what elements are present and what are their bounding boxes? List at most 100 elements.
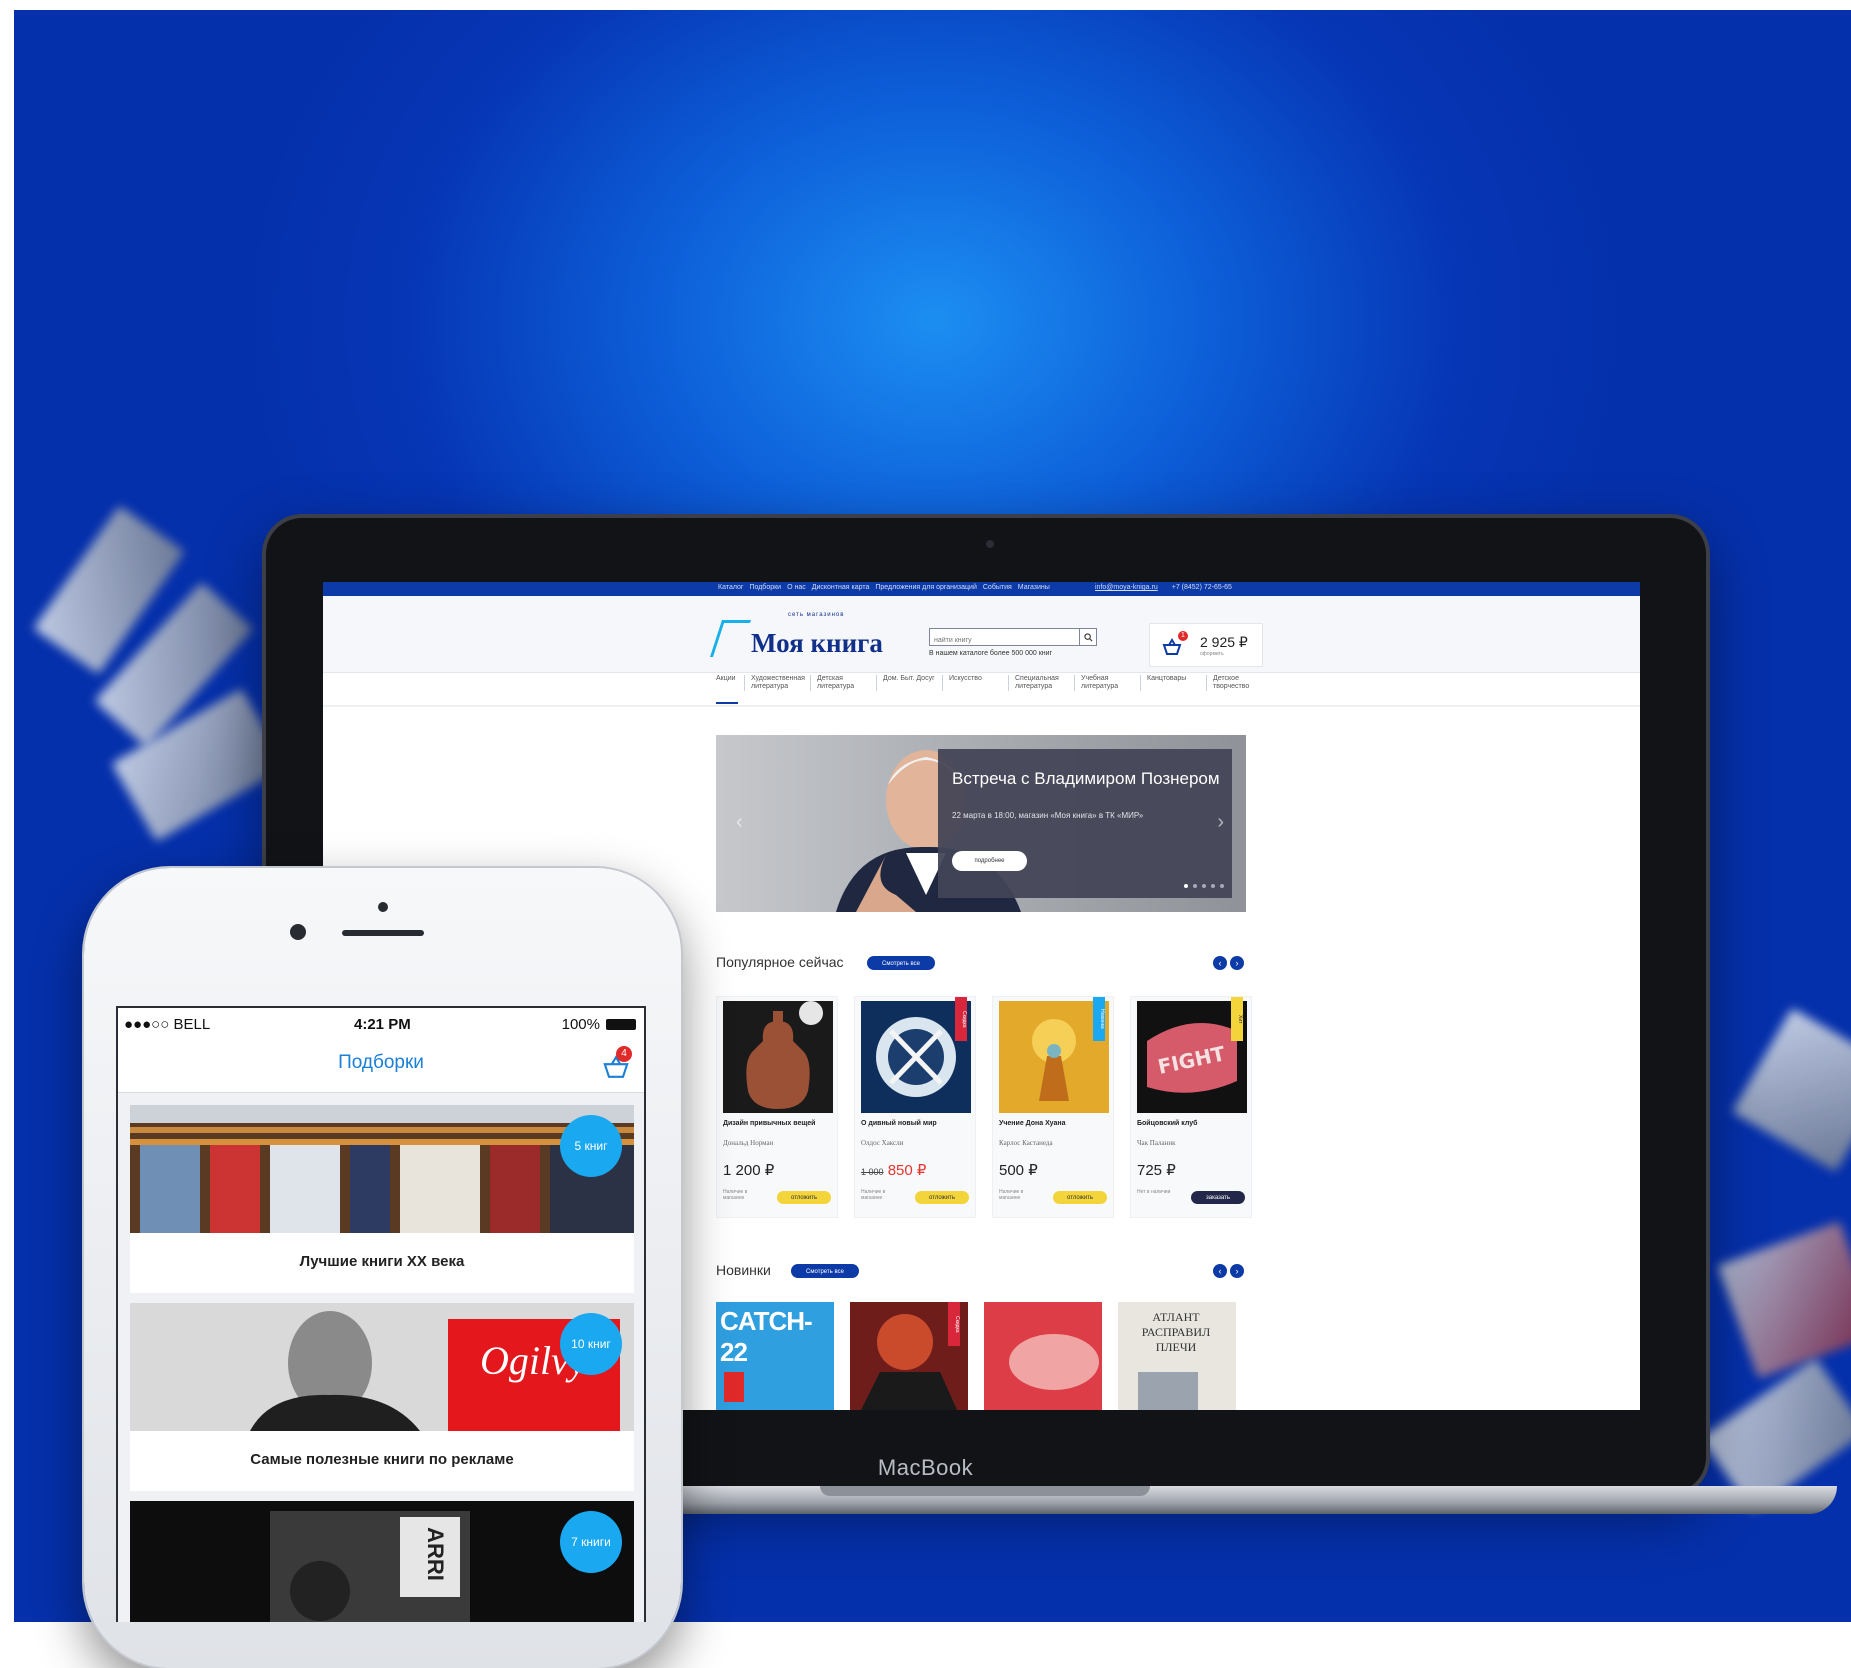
cart-total: 2 925 ₽ bbox=[1200, 634, 1248, 650]
product-price: 1 200 ₽ bbox=[723, 1161, 774, 1179]
category-link[interactable]: Искусство bbox=[949, 675, 1009, 691]
status-bar: ●●●○○ BELL 4:21 PM 100% bbox=[118, 1008, 644, 1040]
topnav-link[interactable]: О нас bbox=[787, 584, 806, 596]
carousel-next-button[interactable]: › bbox=[1230, 1264, 1244, 1278]
search-button[interactable] bbox=[1079, 629, 1096, 645]
category-link[interactable]: Дом. Быт. Досуг bbox=[883, 675, 943, 691]
pagination-dot[interactable] bbox=[1193, 884, 1197, 888]
collection-card[interactable]: Ogilvy 10 книг Самые полезные книги по р… bbox=[130, 1303, 634, 1491]
stock-status: Нет в наличии bbox=[1137, 1189, 1171, 1195]
reserve-button[interactable]: отложить bbox=[1053, 1191, 1107, 1204]
collection-card[interactable]: 5 книг Лучшие книги XX века bbox=[130, 1105, 634, 1293]
cover-art bbox=[1009, 1334, 1099, 1390]
product-card[interactable]: Новинка Учение Дона Хуана Карлос Кастане… bbox=[992, 996, 1114, 1218]
new-see-all-button[interactable]: Смотреть все bbox=[791, 1264, 859, 1278]
banner-prev-button[interactable]: ‹ bbox=[736, 811, 743, 834]
category-link[interactable]: Художественная литература bbox=[751, 675, 811, 691]
pagination-dot[interactable] bbox=[1202, 884, 1206, 888]
product-card[interactable]: FIGHT Хит Бойцовский клуб Чак Паланик 72… bbox=[1130, 996, 1252, 1218]
banner-pagination bbox=[1184, 884, 1224, 888]
banner-info-panel: Встреча с Владимиром Познером 22 марта в… bbox=[938, 749, 1232, 898]
product-ribbon: Хит bbox=[1231, 997, 1243, 1041]
topnav-link[interactable]: Каталог bbox=[718, 584, 743, 596]
bookshelf-image bbox=[130, 1105, 634, 1233]
reserve-button[interactable]: отложить bbox=[777, 1191, 831, 1204]
popular-see-all-button[interactable]: Смотреть все bbox=[867, 956, 935, 970]
email-link[interactable]: info@moya-kniga.ru bbox=[1095, 584, 1158, 591]
category-link[interactable]: Акции bbox=[716, 675, 745, 691]
product-title[interactable]: О дивный новый мир bbox=[861, 1119, 971, 1128]
topnav-link[interactable]: Предложения для организаций bbox=[875, 584, 977, 596]
category-link[interactable]: Специальная литература bbox=[1015, 675, 1075, 691]
search-icon bbox=[1083, 632, 1092, 641]
laptop-notch bbox=[820, 1486, 1150, 1496]
product-title[interactable]: Бойцовский клуб bbox=[1137, 1119, 1247, 1128]
carousel-prev-button[interactable]: ‹ bbox=[1213, 956, 1227, 970]
product-author: Дональд Норман bbox=[723, 1139, 774, 1147]
topnav-link[interactable]: События bbox=[983, 584, 1012, 596]
reserve-button[interactable]: отложить bbox=[915, 1191, 969, 1204]
mobile-app-screen: ●●●○○ BELL 4:21 PM 100% Подборки 4 5 кни… bbox=[116, 1006, 646, 1622]
product-author: Чак Паланик bbox=[1137, 1139, 1176, 1147]
old-price: 1 000 bbox=[861, 1167, 884, 1177]
screen-title: Подборки bbox=[338, 1052, 424, 1073]
topnav-link[interactable]: Магазины bbox=[1018, 584, 1050, 596]
status-time: 4:21 PM bbox=[354, 1016, 411, 1033]
new-carousel-arrows: ‹ › bbox=[1213, 1264, 1244, 1278]
product-card[interactable]: Дизайн привычных вещей Дональд Норман 1 … bbox=[716, 996, 838, 1218]
cart-count-badge: 4 bbox=[616, 1046, 632, 1062]
battery-icon bbox=[606, 1019, 636, 1030]
logo-book-icon bbox=[709, 620, 752, 657]
logo-text: Моя книга bbox=[751, 628, 883, 658]
search-box bbox=[929, 628, 1097, 649]
camera-brand-text: ARRI bbox=[422, 1527, 448, 1581]
phone-camera bbox=[290, 924, 306, 940]
phone-cart-button[interactable]: 4 bbox=[602, 1046, 632, 1078]
phone-speaker bbox=[342, 930, 424, 936]
battery-status: 100% bbox=[562, 1016, 636, 1033]
pagination-dot[interactable] bbox=[1211, 884, 1215, 888]
search-input[interactable] bbox=[930, 632, 1068, 649]
banner-subtitle: 22 марта в 18:00, магазин «Моя книга» в … bbox=[952, 811, 1144, 820]
pagination-dot[interactable] bbox=[1220, 884, 1224, 888]
book-cover[interactable]: Скидка bbox=[850, 1302, 968, 1410]
pagination-dot[interactable] bbox=[1184, 884, 1188, 888]
book-count-badge: 10 книг bbox=[560, 1313, 622, 1375]
film-camera-image bbox=[130, 1501, 634, 1622]
category-link[interactable]: Учебная литература bbox=[1081, 675, 1141, 691]
carousel-next-button[interactable]: › bbox=[1230, 956, 1244, 970]
book-count-badge: 5 книг bbox=[560, 1115, 622, 1177]
book-cover[interactable]: CATCH-22 bbox=[716, 1302, 834, 1410]
product-title[interactable]: Дизайн привычных вещей bbox=[723, 1119, 833, 1128]
book-cover[interactable] bbox=[984, 1302, 1102, 1410]
phone-number: +7 (8452) 72-65-65 bbox=[1171, 584, 1232, 591]
book-cover[interactable]: АТЛАНТ РАСПРАВИЛ ПЛЕЧИ bbox=[1118, 1302, 1236, 1410]
banner-next-button[interactable]: › bbox=[1217, 811, 1224, 834]
site-top-nav: Каталог Подборки О нас Дисконтная карта … bbox=[718, 584, 1050, 596]
battery-percent: 100% bbox=[561, 1016, 600, 1033]
category-link[interactable]: Канцтовары bbox=[1147, 675, 1207, 691]
promo-banner[interactable]: ‹ Встреча с Владимиром Познером 22 марта… bbox=[716, 735, 1246, 912]
product-title[interactable]: Учение Дона Хуана bbox=[999, 1119, 1109, 1128]
product-card[interactable]: Скидка О дивный новый мир Олдос Хаксли 1… bbox=[854, 996, 976, 1218]
order-button[interactable]: заказать bbox=[1191, 1191, 1245, 1204]
banner-details-button[interactable]: подробнее bbox=[952, 851, 1027, 871]
product-author: Олдос Хаксли bbox=[861, 1139, 904, 1147]
popular-carousel-arrows: ‹ › bbox=[1213, 956, 1244, 970]
site-contacts: info@moya-kniga.ru +7 (8452) 72-65-65 bbox=[1095, 584, 1232, 591]
topnav-link[interactable]: Подборки bbox=[749, 584, 781, 596]
cart-icon bbox=[1162, 638, 1182, 655]
collection-card[interactable]: ARRI 7 книги bbox=[130, 1501, 634, 1622]
carousel-prev-button[interactable]: ‹ bbox=[1213, 1264, 1227, 1278]
site-logo[interactable]: Моя книга сеть магазинов bbox=[709, 612, 883, 658]
topnav-link[interactable]: Дисконтная карта bbox=[812, 584, 870, 596]
cart-widget[interactable]: 1 2 925 ₽ оформить bbox=[1149, 623, 1263, 667]
product-ribbon: Скидка bbox=[955, 997, 967, 1041]
laptop-camera bbox=[986, 540, 994, 548]
category-link[interactable]: Детская литература bbox=[817, 675, 877, 691]
collections-list: 5 книг Лучшие книги XX века Ogilvy 10 кн… bbox=[118, 1092, 644, 1622]
banner-title: Встреча с Владимиром Познером bbox=[952, 769, 1220, 788]
category-link[interactable]: Детское творчество bbox=[1213, 675, 1272, 691]
cover-art bbox=[724, 1372, 744, 1402]
cart-checkout-link[interactable]: оформить bbox=[1200, 651, 1224, 657]
